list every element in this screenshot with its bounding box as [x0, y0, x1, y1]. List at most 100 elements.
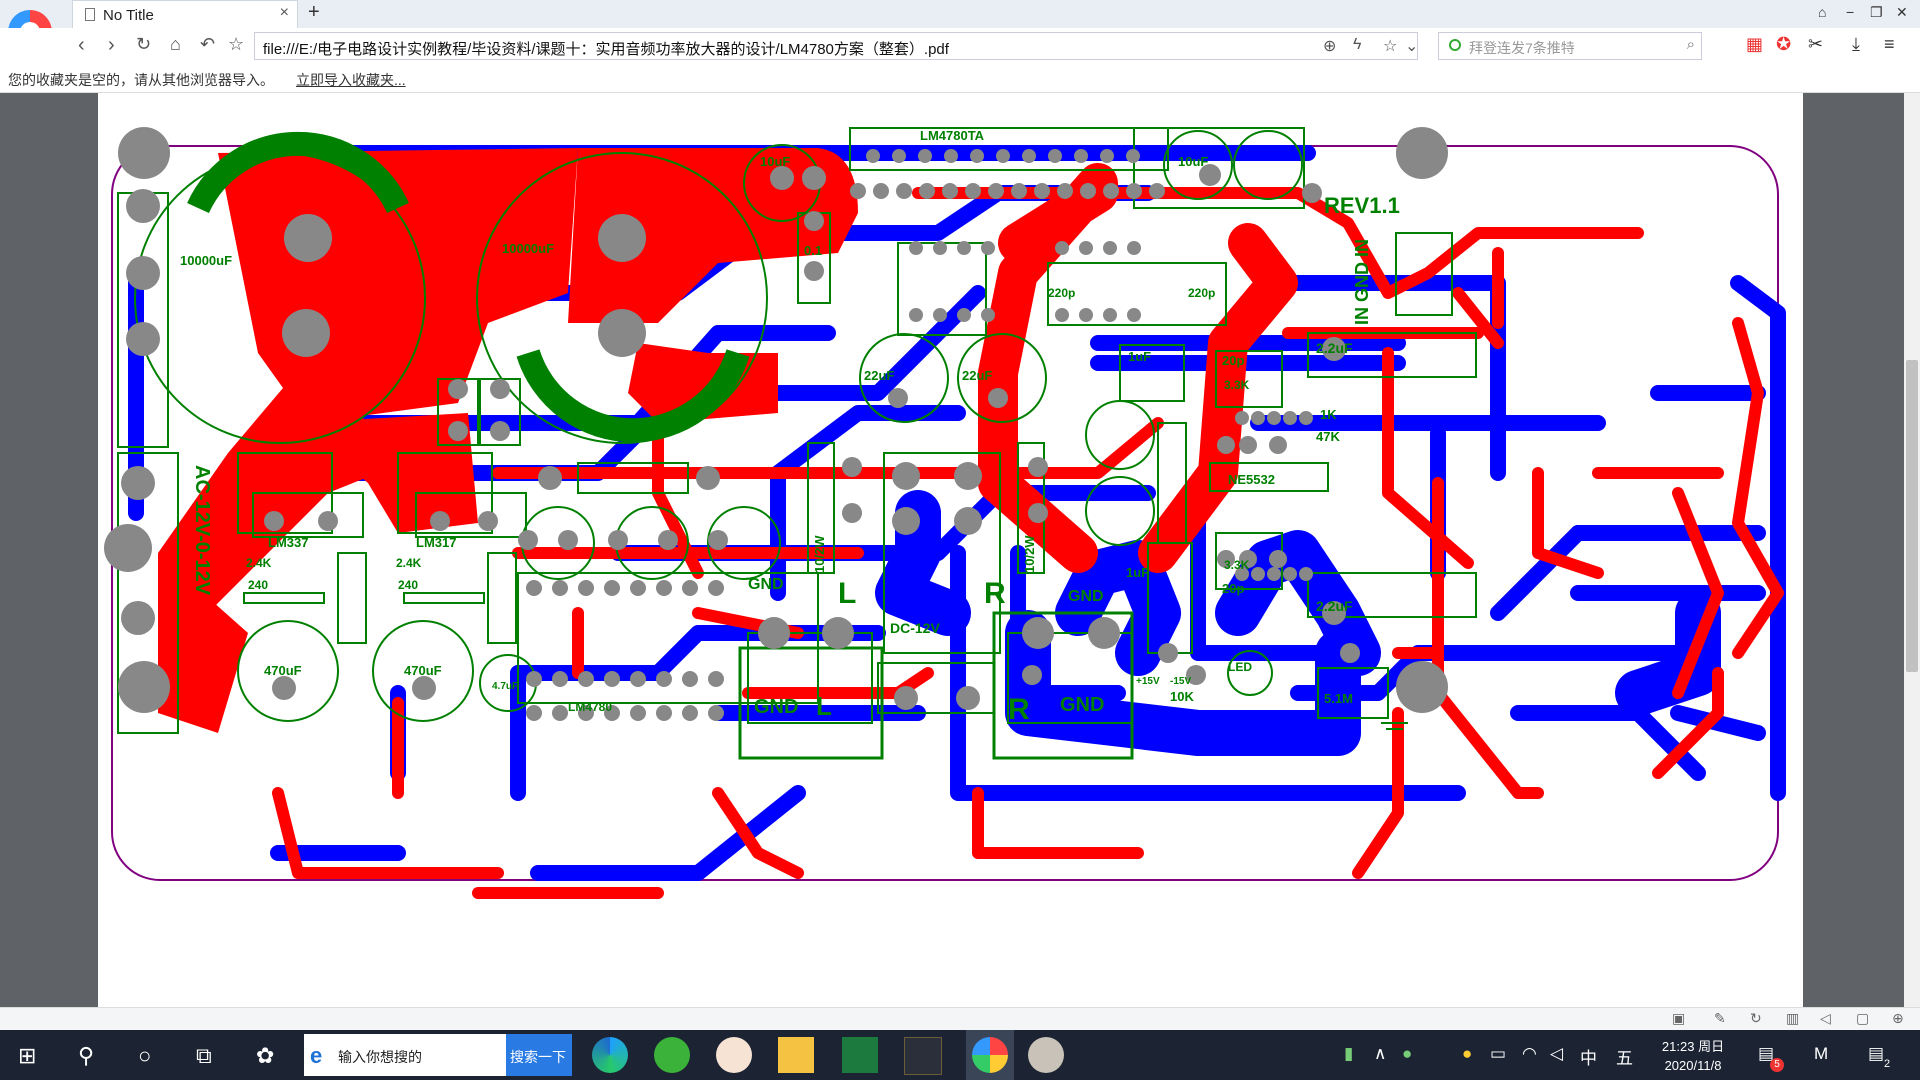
chevron-down-icon[interactable]: ⌄	[1405, 36, 1418, 56]
zoom-icon[interactable]: ⊕	[1323, 36, 1336, 56]
trash-icon[interactable]: ▥	[1786, 1010, 1799, 1027]
pcb-pad	[708, 705, 724, 721]
close-window-button[interactable]: ✕	[1896, 4, 1908, 21]
pcb-power-in-label: AC-12V-0-12V	[191, 465, 213, 596]
pcb-pad	[1022, 149, 1036, 163]
taskbar-search-button[interactable]: 搜索一下	[506, 1034, 572, 1076]
ime-indicator[interactable]: 中	[1580, 1044, 1597, 1069]
pcb-pad	[1127, 241, 1141, 255]
new-tab-button[interactable]: +	[308, 1, 320, 24]
ie-icon: e	[310, 1043, 323, 1068]
pcb-pad	[682, 705, 698, 721]
home-icon[interactable]: ⌂	[170, 34, 181, 55]
edge-icon[interactable]	[592, 1037, 628, 1073]
browser-green-icon[interactable]	[654, 1037, 690, 1073]
windows-start-icon[interactable]: ⊞	[18, 1043, 36, 1069]
pcb-pad	[1048, 149, 1062, 163]
file-explorer-icon[interactable]	[778, 1037, 814, 1073]
lightning-icon[interactable]: ϟ	[1353, 36, 1361, 54]
import-bookmarks-link[interactable]: 立即导入收藏夹...	[296, 70, 406, 90]
window-icon[interactable]: ▢	[1856, 1010, 1869, 1027]
pcb-L-label-b: L	[816, 691, 832, 721]
pcb-gnd-label-c: GND	[1068, 588, 1104, 605]
pcb-pad	[578, 671, 594, 687]
pcb-pad	[1251, 411, 1265, 425]
search-icon[interactable]: ⌕	[1687, 36, 1695, 53]
pcb-cap-470uf-label-b: 470uF	[404, 663, 442, 678]
volume-icon[interactable]: ◁	[1820, 1010, 1831, 1027]
tray-green-icon[interactable]: ●	[1402, 1044, 1412, 1064]
taskbar-clock[interactable]: 21:23 周日 2020/11/8	[1648, 1034, 1738, 1076]
taskbar-search-input[interactable]: e 输入你想搜的	[304, 1034, 506, 1076]
browser-taskbar-icon[interactable]	[972, 1037, 1008, 1073]
tab-bar: No Title × + ⌂ − ❐ ✕	[0, 0, 1920, 28]
action-center-icon[interactable]: ▤	[1868, 1044, 1884, 1064]
pcb-res-2-4k-label-b: 2.4K	[396, 556, 422, 570]
refresh-icon[interactable]: ↻	[1750, 1010, 1762, 1027]
pcb-pad	[1079, 241, 1093, 255]
pcb-res-3-3k-label-b: 3.3K	[1224, 558, 1250, 572]
search-icon[interactable]: ⚲	[78, 1043, 94, 1069]
app-m-icon[interactable]: M	[1814, 1044, 1828, 1064]
pcb-cap-1uf-label-b: 1uF	[1126, 565, 1149, 580]
pcb-pad	[965, 183, 981, 199]
pcb-pad	[1080, 183, 1096, 199]
pcb-pad	[630, 671, 646, 687]
minimize-button[interactable]: −	[1846, 4, 1854, 20]
apps-icon[interactable]: ▦	[1746, 34, 1763, 55]
pcb-pad	[873, 183, 889, 199]
pcb-cap-2-2uf-label: 2.2uF	[1316, 340, 1353, 356]
address-bar[interactable]: file:///E:/电子电路设计实例教程/毕设资料/课题十：实用音频功率放大器…	[254, 32, 1418, 60]
download-icon[interactable]: ⤓	[1852, 34, 1860, 55]
pcb-gnd-label-d: GND	[1060, 694, 1104, 716]
app-15-icon[interactable]	[904, 1037, 942, 1075]
pcb-cap-big1-label: 10000uF	[180, 253, 232, 268]
bookmark-star-icon[interactable]: ☆	[1383, 36, 1397, 56]
pcb-pad	[1126, 149, 1140, 163]
game-icon[interactable]: ✪	[1776, 34, 1791, 55]
wifi-icon[interactable]: ◠	[1522, 1044, 1537, 1064]
volume-tray-icon[interactable]: ◁	[1550, 1044, 1563, 1064]
pcb-pad	[933, 241, 947, 255]
paint-icon[interactable]	[1028, 1037, 1064, 1073]
skin-icon[interactable]: ⌂	[1818, 4, 1826, 20]
pcb-pad	[1149, 183, 1165, 199]
image-icon[interactable]: ▣	[1672, 1010, 1685, 1027]
pin-icon[interactable]: ✎	[1714, 1010, 1726, 1027]
back-icon[interactable]: ‹	[78, 34, 85, 57]
excel-icon[interactable]	[842, 1037, 878, 1073]
tray-plus-icon[interactable]: ●	[1462, 1044, 1472, 1064]
undo-icon[interactable]: ↶	[200, 34, 215, 55]
battery-icon[interactable]: ▭	[1490, 1044, 1506, 1064]
pcb-pad	[1055, 241, 1069, 255]
pcb-pad	[919, 183, 935, 199]
pcb-cap-1uf-label: 1uF	[1128, 349, 1151, 364]
search-box[interactable]: 拜登连发7条推特 ⌕	[1438, 32, 1702, 60]
menu-icon[interactable]: ≡	[1884, 34, 1895, 55]
pcb-pad	[1079, 308, 1093, 322]
pcb-R-label: R	[984, 577, 1006, 610]
pcb-res-2-4k-label: 2.4K	[246, 556, 272, 570]
chevron-up-icon[interactable]: ∧	[1374, 1044, 1386, 1064]
pcb-cap-4-7uf-label: 4.7uF	[492, 681, 518, 692]
reload-icon[interactable]: ↻	[136, 34, 151, 55]
avatar-app-icon[interactable]	[716, 1037, 752, 1073]
task-view-icon[interactable]: ⧉	[196, 1043, 212, 1069]
search-placeholder: 拜登连发7条推特	[1469, 40, 1575, 56]
scrollbar-thumb[interactable]	[1906, 360, 1918, 672]
pcb-pad	[957, 241, 971, 255]
app-switch-icon[interactable]: ✿	[256, 1043, 274, 1069]
maximize-button[interactable]: ❐	[1870, 4, 1883, 21]
pcb-cap-0-1-label: 0.1	[804, 243, 822, 258]
tab-active[interactable]: No Title ×	[72, 0, 298, 28]
battery-app-icon[interactable]: ▮	[1344, 1044, 1353, 1064]
forward-icon[interactable]: ›	[108, 34, 115, 57]
star-icon[interactable]: ☆	[228, 34, 244, 55]
scissors-icon[interactable]: ✂	[1808, 34, 1823, 55]
ime-mode-indicator[interactable]: 五	[1616, 1044, 1633, 1069]
cortana-icon[interactable]: ○	[138, 1043, 151, 1069]
pcb-pad	[552, 705, 568, 721]
close-tab-icon[interactable]: ×	[280, 4, 289, 22]
zoom-icon[interactable]: ⊕	[1892, 1010, 1904, 1027]
action-center-badge: 2	[1884, 1058, 1891, 1070]
